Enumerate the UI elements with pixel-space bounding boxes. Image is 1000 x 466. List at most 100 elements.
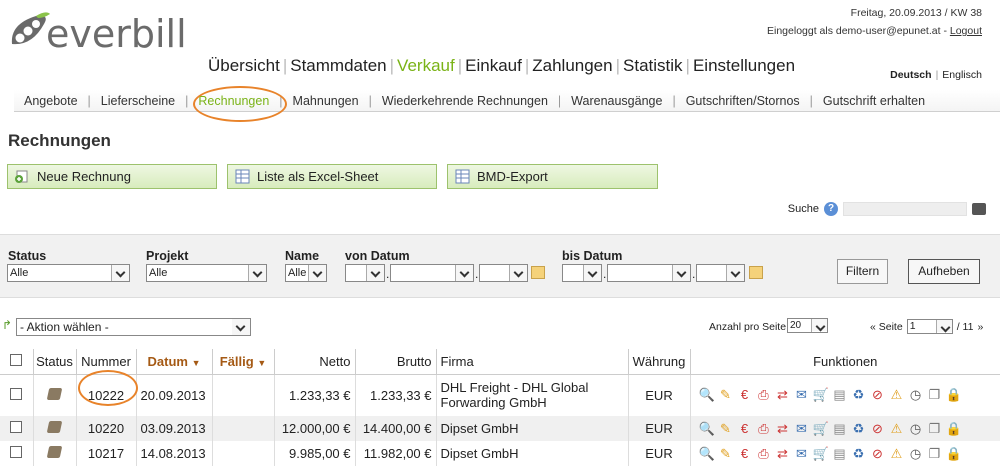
- mainnav-statistik[interactable]: Statistik: [620, 56, 686, 76]
- clock-icon[interactable]: ◷: [908, 446, 924, 462]
- select-all-checkbox[interactable]: [10, 353, 23, 366]
- lock-icon[interactable]: 🔒: [946, 446, 962, 462]
- user-info: Freitag, 20.09.2013 / KW 38 Eingeloggt a…: [767, 4, 982, 40]
- row-checkbox[interactable]: [10, 446, 23, 458]
- von-day-select[interactable]: [345, 264, 385, 282]
- recycle-icon[interactable]: ♻: [851, 387, 867, 403]
- mainnav-einkauf[interactable]: Einkauf: [462, 56, 525, 76]
- page-label[interactable]: « Seite: [870, 321, 903, 333]
- col-netto[interactable]: Netto: [274, 349, 356, 375]
- page-select[interactable]: 1: [906, 319, 953, 334]
- excel-export-button[interactable]: Liste als Excel-Sheet: [227, 164, 437, 189]
- mainnav-einstellungen[interactable]: Einstellungen: [690, 56, 798, 76]
- document-delete-icon[interactable]: ⊘: [870, 387, 886, 403]
- projekt-select[interactable]: Alle: [146, 264, 267, 282]
- col-waehrung[interactable]: Währung: [628, 349, 691, 375]
- pencil-icon[interactable]: ✎: [718, 446, 734, 462]
- pdf-icon[interactable]: ⎙: [756, 446, 772, 462]
- recycle-icon[interactable]: ♻: [851, 446, 867, 462]
- pdf-icon[interactable]: ⎙: [756, 387, 772, 403]
- per-page-select[interactable]: 20: [787, 318, 828, 333]
- document-icon[interactable]: ▤: [832, 387, 848, 403]
- pencil-icon[interactable]: ✎: [718, 421, 734, 437]
- magnifier-icon[interactable]: 🔍: [699, 446, 715, 462]
- filter-button[interactable]: Filtern: [837, 259, 888, 284]
- calendar-icon[interactable]: [531, 266, 545, 279]
- copy-icon[interactable]: ❐: [927, 421, 943, 437]
- mail-icon[interactable]: ✉: [794, 421, 810, 437]
- name-select[interactable]: Alle: [285, 264, 327, 282]
- subnav-angebote[interactable]: Angebote: [14, 94, 88, 108]
- table-row[interactable]: 10222 20.09.2013 1.233,33 €1.233,33 € DHL F…: [0, 374, 1000, 416]
- action-select[interactable]: - Aktion wählen -: [16, 318, 251, 336]
- bmd-export-button[interactable]: BMD-Export: [447, 164, 658, 189]
- mainnav-stammdaten[interactable]: Stammdaten: [287, 56, 389, 76]
- pdf-send-icon[interactable]: ⇄: [775, 387, 791, 403]
- bis-day-select[interactable]: [562, 264, 602, 282]
- subnav-gutschrift-erhalten[interactable]: Gutschrift erhalten: [813, 94, 935, 108]
- clock-icon[interactable]: ◷: [908, 387, 924, 403]
- von-year-select[interactable]: [479, 264, 528, 282]
- new-invoice-button[interactable]: Neue Rechnung: [7, 164, 217, 189]
- col-brutto[interactable]: Brutto: [355, 349, 437, 375]
- pdf-send-icon[interactable]: ⇄: [775, 446, 791, 462]
- warning-icon[interactable]: ⚠: [889, 421, 905, 437]
- lock-icon[interactable]: 🔒: [946, 387, 962, 403]
- mainnav-zahlungen[interactable]: Zahlungen: [529, 56, 615, 76]
- copy-icon[interactable]: ❐: [927, 446, 943, 462]
- bis-month-select[interactable]: [607, 264, 691, 282]
- pencil-icon[interactable]: ✎: [718, 387, 734, 403]
- warning-icon[interactable]: ⚠: [889, 446, 905, 462]
- euro-icon[interactable]: €: [737, 421, 753, 437]
- subnav-warenausgaenge[interactable]: Warenausgänge: [561, 94, 672, 108]
- everbill-logo[interactable]: everbill: [4, 2, 187, 62]
- row-checkbox[interactable]: [10, 387, 23, 400]
- subnav-lieferscheine[interactable]: Lieferscheine: [91, 94, 185, 108]
- calendar-icon[interactable]: [749, 266, 763, 279]
- help-icon[interactable]: ?: [824, 202, 838, 216]
- magnifier-icon[interactable]: 🔍: [699, 421, 715, 437]
- document-icon[interactable]: ▤: [832, 421, 848, 437]
- next-page-link[interactable]: »: [977, 321, 983, 333]
- reset-filter-button[interactable]: Aufheben: [908, 259, 980, 284]
- chevron-down-icon: [509, 265, 527, 281]
- mail-icon[interactable]: ✉: [794, 446, 810, 462]
- table-row[interactable]: 10220 03.09.2013 12.000,00 €14.400,00 € Dip…: [0, 416, 1000, 441]
- binoculars-icon[interactable]: [972, 203, 986, 215]
- document-delete-icon[interactable]: ⊘: [870, 446, 886, 462]
- subnav-mahnungen[interactable]: Mahnungen: [283, 94, 369, 108]
- clock-icon[interactable]: ◷: [908, 421, 924, 437]
- col-firma[interactable]: Firma: [436, 349, 629, 375]
- warning-icon[interactable]: ⚠: [889, 387, 905, 403]
- col-status[interactable]: Status: [33, 349, 77, 375]
- lang-deutsch[interactable]: Deutsch: [890, 69, 931, 81]
- bis-year-select[interactable]: [696, 264, 745, 282]
- lang-englisch[interactable]: Englisch: [942, 69, 982, 81]
- copy-icon[interactable]: ❐: [927, 387, 943, 403]
- lock-icon[interactable]: 🔒: [946, 421, 962, 437]
- col-faellig[interactable]: Fällig ▼: [212, 349, 275, 375]
- subnav-wiederkehrende-rechnungen[interactable]: Wiederkehrende Rechnungen: [372, 94, 558, 108]
- von-month-select[interactable]: [390, 264, 474, 282]
- magnifier-icon[interactable]: 🔍: [699, 387, 715, 403]
- pdf-icon[interactable]: ⎙: [756, 421, 772, 437]
- document-delete-icon[interactable]: ⊘: [870, 421, 886, 437]
- cart-icon[interactable]: 🛒: [813, 421, 829, 437]
- col-datum[interactable]: Datum ▼: [136, 349, 213, 375]
- mail-icon[interactable]: ✉: [794, 387, 810, 403]
- euro-icon[interactable]: €: [737, 387, 753, 403]
- row-checkbox[interactable]: [10, 421, 23, 433]
- recycle-icon[interactable]: ♻: [851, 421, 867, 437]
- subnav-gutschriften-stornos[interactable]: Gutschriften/Stornos: [676, 94, 810, 108]
- mainnav-uebersicht[interactable]: Übersicht: [205, 56, 283, 76]
- logout-link[interactable]: Logout: [950, 25, 982, 37]
- status-select[interactable]: Alle: [7, 264, 130, 282]
- euro-icon[interactable]: €: [737, 446, 753, 462]
- cart-icon[interactable]: 🛒: [813, 387, 829, 403]
- document-icon[interactable]: ▤: [832, 446, 848, 462]
- table-row[interactable]: 10217 14.08.2013 9.985,00 €11.982,00 € Dips…: [0, 441, 1000, 466]
- search-input[interactable]: [843, 202, 967, 216]
- cart-icon[interactable]: 🛒: [813, 446, 829, 462]
- mainnav-verkauf[interactable]: Verkauf: [394, 56, 458, 76]
- pdf-send-icon[interactable]: ⇄: [775, 421, 791, 437]
